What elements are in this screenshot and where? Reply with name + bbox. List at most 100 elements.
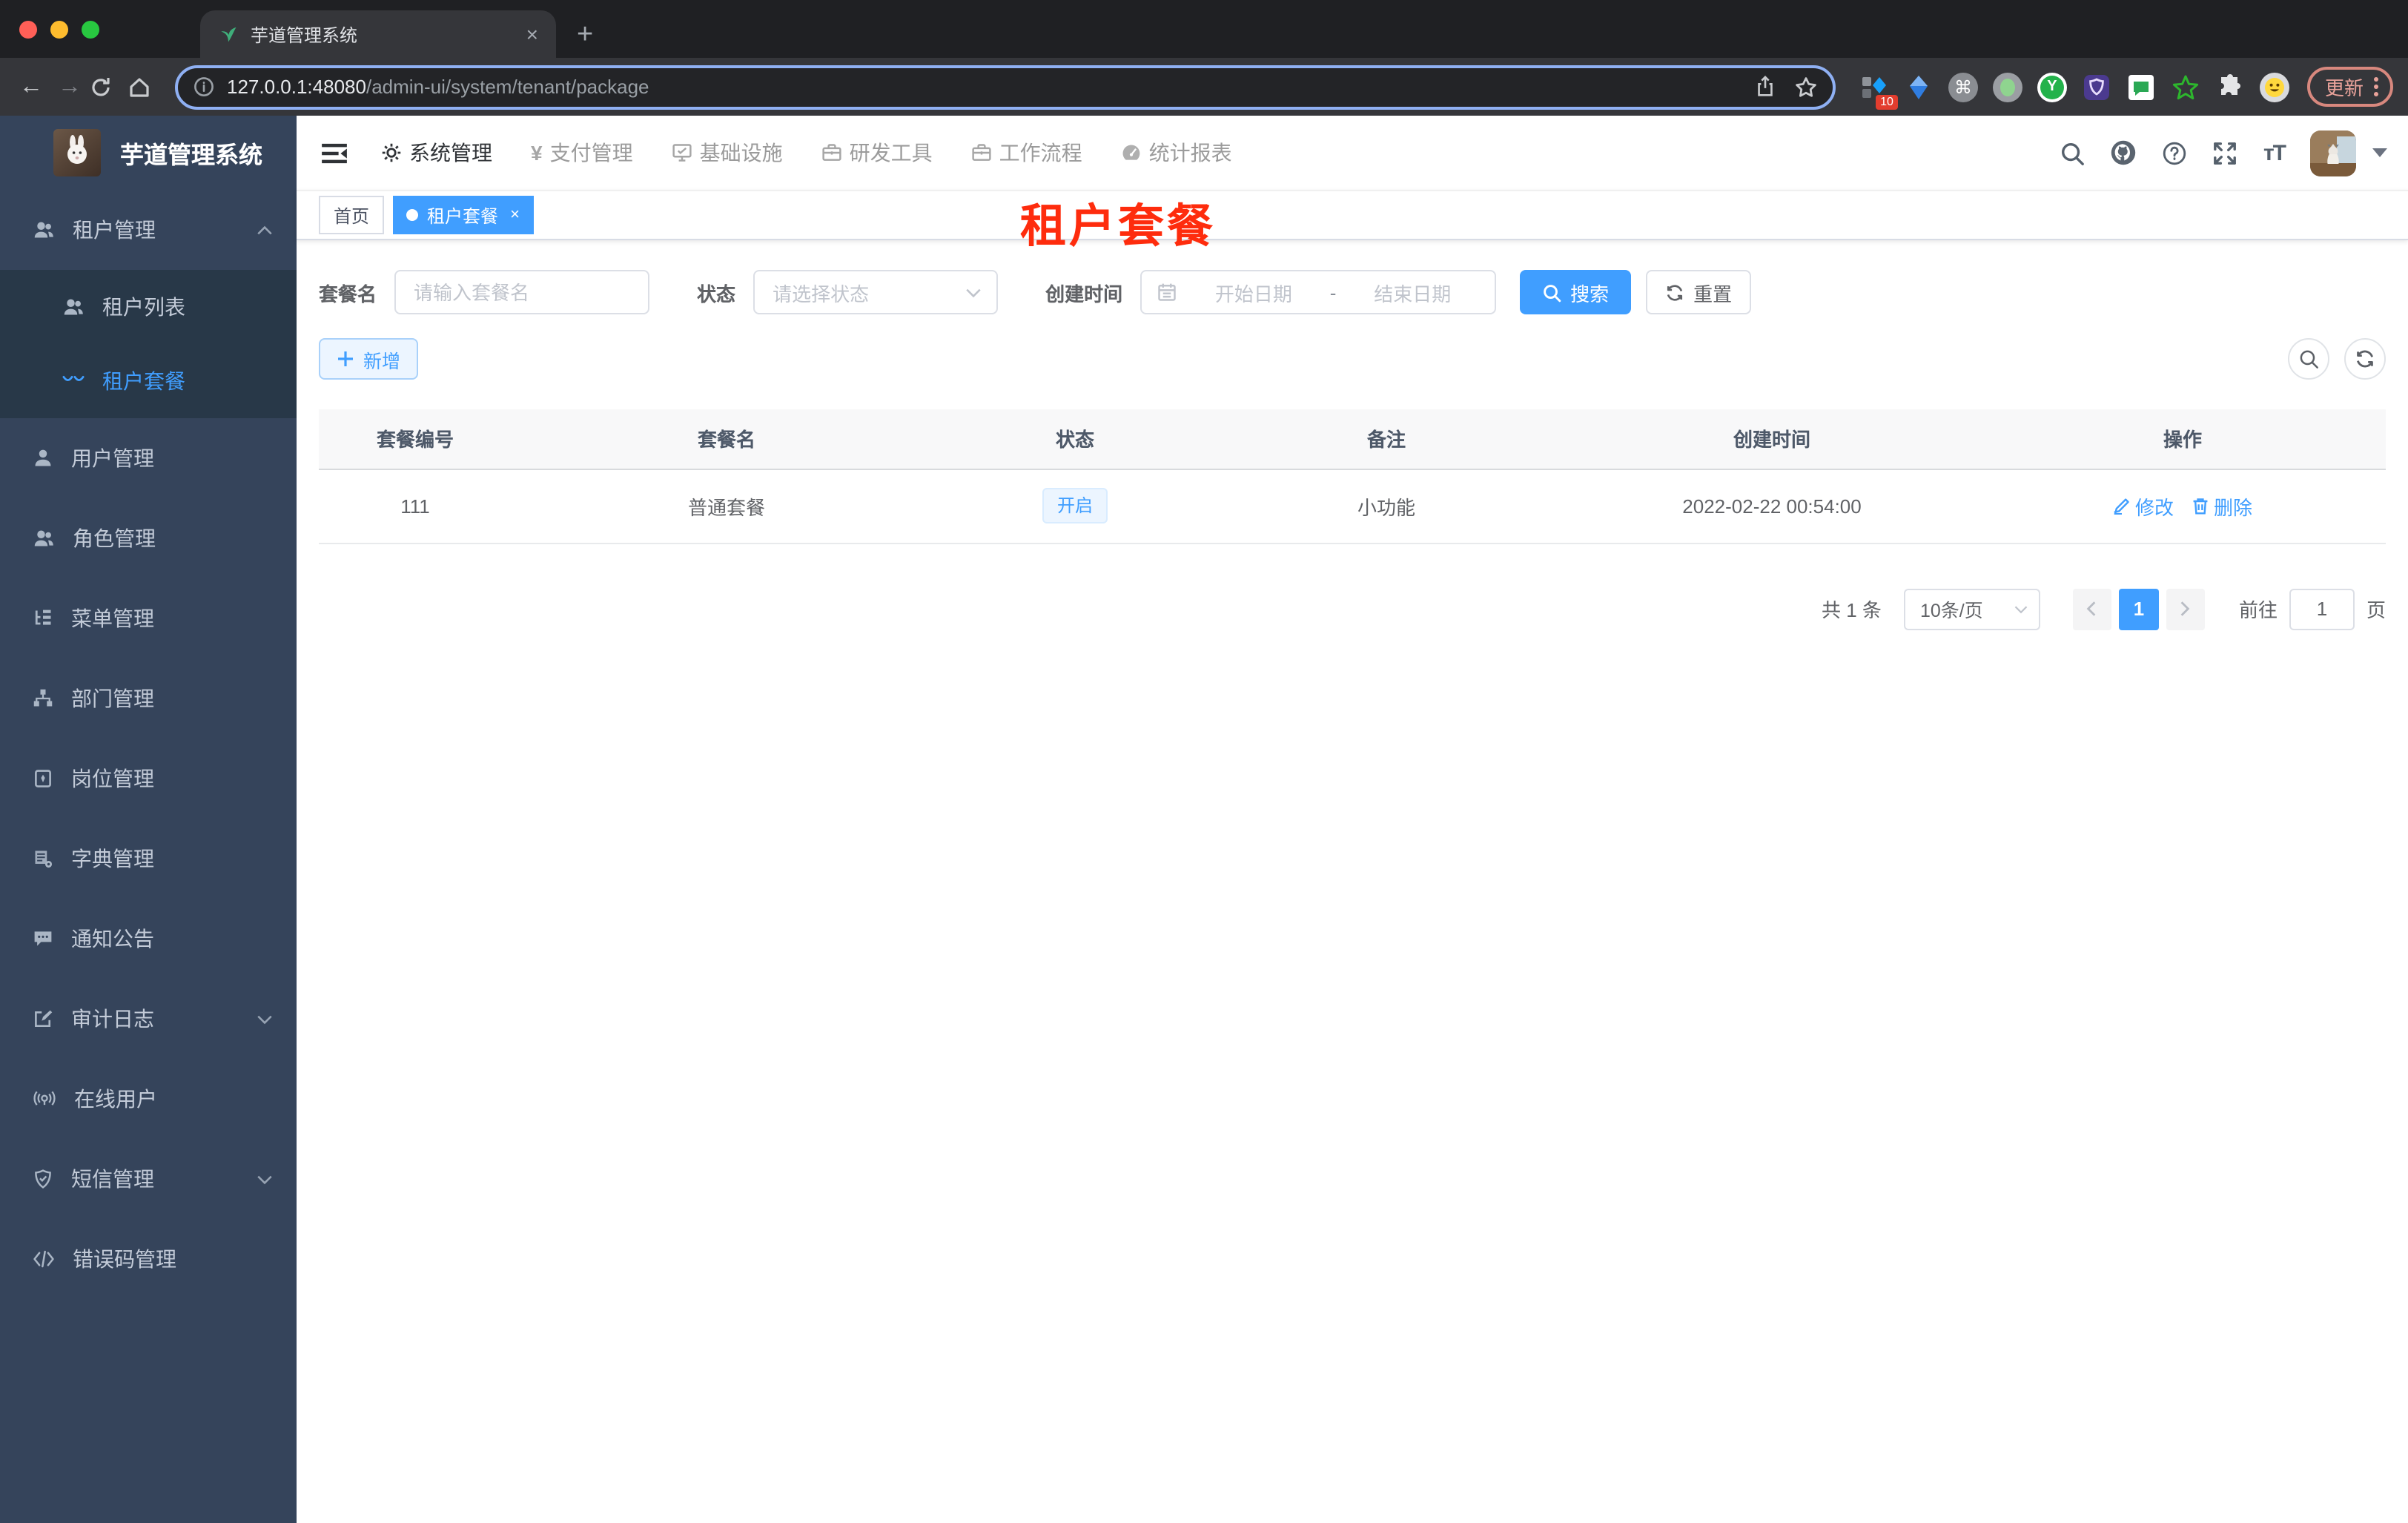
sidebar-item-label: 角色管理 — [73, 526, 156, 550]
create-time-label: 创建时间 — [1045, 283, 1123, 305]
reset-button[interactable]: 重置 — [1646, 270, 1752, 314]
bookmark-star-icon[interactable] — [1794, 75, 1818, 99]
user-icon — [35, 449, 51, 466]
window-controls — [0, 0, 120, 58]
pencil-icon — [2114, 498, 2129, 515]
nav-label: 基础设施 — [699, 141, 783, 165]
goto-page-input[interactable] — [2289, 588, 2355, 630]
cell-package-id: 111 — [319, 469, 512, 544]
help-icon[interactable] — [2163, 140, 2188, 165]
sidebar-item-sms-management[interactable]: 短信管理 — [0, 1139, 297, 1219]
sidebar-item-errorcode-management[interactable]: 错误码管理 — [0, 1219, 297, 1299]
date-range-picker[interactable]: 开始日期 - 结束日期 — [1140, 270, 1497, 314]
status-placeholder: 请选择状态 — [773, 283, 870, 305]
edit-link[interactable]: 修改 — [2113, 492, 2174, 520]
back-icon[interactable]: ← — [12, 73, 50, 100]
sidebar-item-tenant-management[interactable]: 租户管理 — [0, 190, 297, 270]
search-icon[interactable] — [2060, 140, 2086, 165]
site-info-icon[interactable] — [193, 76, 215, 98]
chevron-up-icon — [257, 225, 272, 234]
nav-item-workflow[interactable]: 工作流程 — [971, 138, 1082, 168]
calendar-icon — [1158, 283, 1176, 301]
sidebar-item-dict-management[interactable]: 字典管理 — [0, 819, 297, 899]
share-icon[interactable] — [1754, 76, 1776, 98]
page-content: 套餐名 状态 请选择状态 创建时间 开始日期 - 结束日期 — [297, 240, 2408, 1523]
status-select[interactable]: 请选择状态 — [753, 270, 999, 314]
forward-icon[interactable]: → — [50, 73, 89, 100]
sidebar-item-tenant-package[interactable]: 租户套餐 — [0, 344, 297, 418]
page-size-select[interactable]: 10条/页 — [1903, 588, 2040, 630]
package-table: 套餐编号 套餐名 状态 备注 创建时间 操作 111 普通套餐 开启 小功能 2… — [319, 409, 2386, 544]
green-dot-extension-icon[interactable] — [1992, 72, 2022, 102]
user-avatar[interactable] — [2310, 130, 2356, 176]
minimize-window-button[interactable] — [50, 20, 68, 38]
nav-item-infrastructure[interactable]: 基础设施 — [672, 138, 783, 168]
page-number-current[interactable]: 1 — [2118, 588, 2159, 630]
sidebar-item-menu-management[interactable]: 菜单管理 — [0, 578, 297, 658]
refresh-table-button[interactable] — [2344, 338, 2386, 380]
search-button[interactable]: 搜索 — [1520, 270, 1632, 314]
add-label: 新增 — [363, 351, 401, 371]
reload-icon[interactable] — [89, 75, 128, 99]
delete-link[interactable]: 删除 — [2192, 492, 2252, 520]
nav-item-reports[interactable]: 统计报表 — [1121, 138, 1232, 168]
browser-update-button[interactable]: 更新 — [2306, 67, 2393, 107]
caret-down-icon[interactable] — [2372, 148, 2387, 157]
home-icon[interactable] — [128, 75, 166, 99]
col-status: 状态 — [942, 409, 1208, 469]
command-extension-icon[interactable]: ⌘ — [1948, 72, 1978, 102]
package-name-input[interactable] — [394, 270, 650, 314]
green-star-extension-icon[interactable] — [2171, 72, 2200, 102]
sidebar-item-online-users[interactable]: 在线用户 — [0, 1059, 297, 1139]
y-circle-extension-icon[interactable]: Y — [2037, 72, 2067, 102]
delete-label: 删除 — [2214, 496, 2253, 518]
users-icon — [34, 222, 53, 238]
status-badge[interactable]: 开启 — [1042, 488, 1108, 523]
book-gear-icon — [35, 850, 53, 868]
fullscreen-icon[interactable] — [2213, 140, 2238, 165]
smiley-profile-icon[interactable] — [2259, 72, 2289, 102]
users-icon — [64, 299, 83, 315]
sidebar-submenu-tenant: 租户列表 租户套餐 — [0, 270, 297, 418]
sidebar-item-dept-management[interactable]: 部门管理 — [0, 658, 297, 739]
show-search-button[interactable] — [2288, 338, 2329, 380]
monitor-icon — [672, 144, 692, 162]
sidebar-item-tenant-list[interactable]: 租户列表 — [0, 270, 297, 344]
nav-item-dev-tools[interactable]: 研发工具 — [821, 138, 933, 168]
next-page-button[interactable] — [2166, 588, 2205, 630]
app-logo[interactable]: 芋道管理系统 — [0, 116, 297, 190]
nav-item-payment[interactable]: ¥ 支付管理 — [531, 138, 633, 168]
add-button[interactable]: 新增 — [319, 338, 419, 380]
tag-label: 租户套餐 — [427, 205, 499, 226]
url-bar[interactable]: 127.0.0.1:48080/admin-ui/system/tenant/p… — [175, 65, 1836, 109]
nav-item-system[interactable]: 系统管理 — [381, 138, 492, 168]
sidebar-item-role-management[interactable]: 角色管理 — [0, 498, 297, 578]
github-icon[interactable] — [2111, 139, 2137, 166]
sidebar-item-notice[interactable]: 通知公告 — [0, 899, 297, 979]
tag-home[interactable]: 首页 — [319, 196, 385, 234]
puzzle-extensions-icon[interactable] — [2215, 72, 2245, 102]
sidebar-item-post-management[interactable]: 岗位管理 — [0, 739, 297, 819]
cell-actions: 修改 删除 — [1979, 469, 2386, 544]
collapse-sidebar-icon[interactable] — [320, 142, 348, 164]
squares-diamond-extension-icon[interactable]: 10 — [1859, 72, 1898, 109]
new-tab-button[interactable]: + — [577, 19, 593, 52]
purple-shield-extension-icon[interactable] — [2082, 72, 2111, 102]
browser-tab[interactable]: 芋道管理系统 × — [200, 10, 556, 58]
sidebar-item-audit-log[interactable]: 审计日志 — [0, 979, 297, 1059]
close-window-button[interactable] — [19, 20, 37, 38]
font-size-icon[interactable]: тT — [2263, 140, 2286, 165]
tab-close-icon[interactable]: × — [523, 22, 541, 46]
sidebar-item-label: 字典管理 — [71, 847, 154, 870]
browser-menu-icon[interactable] — [2374, 77, 2378, 96]
prev-page-button[interactable] — [2072, 588, 2111, 630]
chat-square-extension-icon[interactable] — [2126, 72, 2156, 102]
zoom-window-button[interactable] — [82, 20, 99, 38]
update-label: 更新 — [2324, 77, 2364, 99]
url-host: 127.0.0.1:48080 — [227, 76, 366, 98]
sidebar-item-user-management[interactable]: 用户管理 — [0, 418, 297, 498]
blue-kite-extension-icon[interactable] — [1904, 72, 1934, 102]
total-count: 共 1 条 — [1822, 599, 1882, 621]
tag-tenant-package[interactable]: 租户套餐 × — [393, 196, 535, 234]
tag-close-icon[interactable]: × — [510, 206, 520, 224]
